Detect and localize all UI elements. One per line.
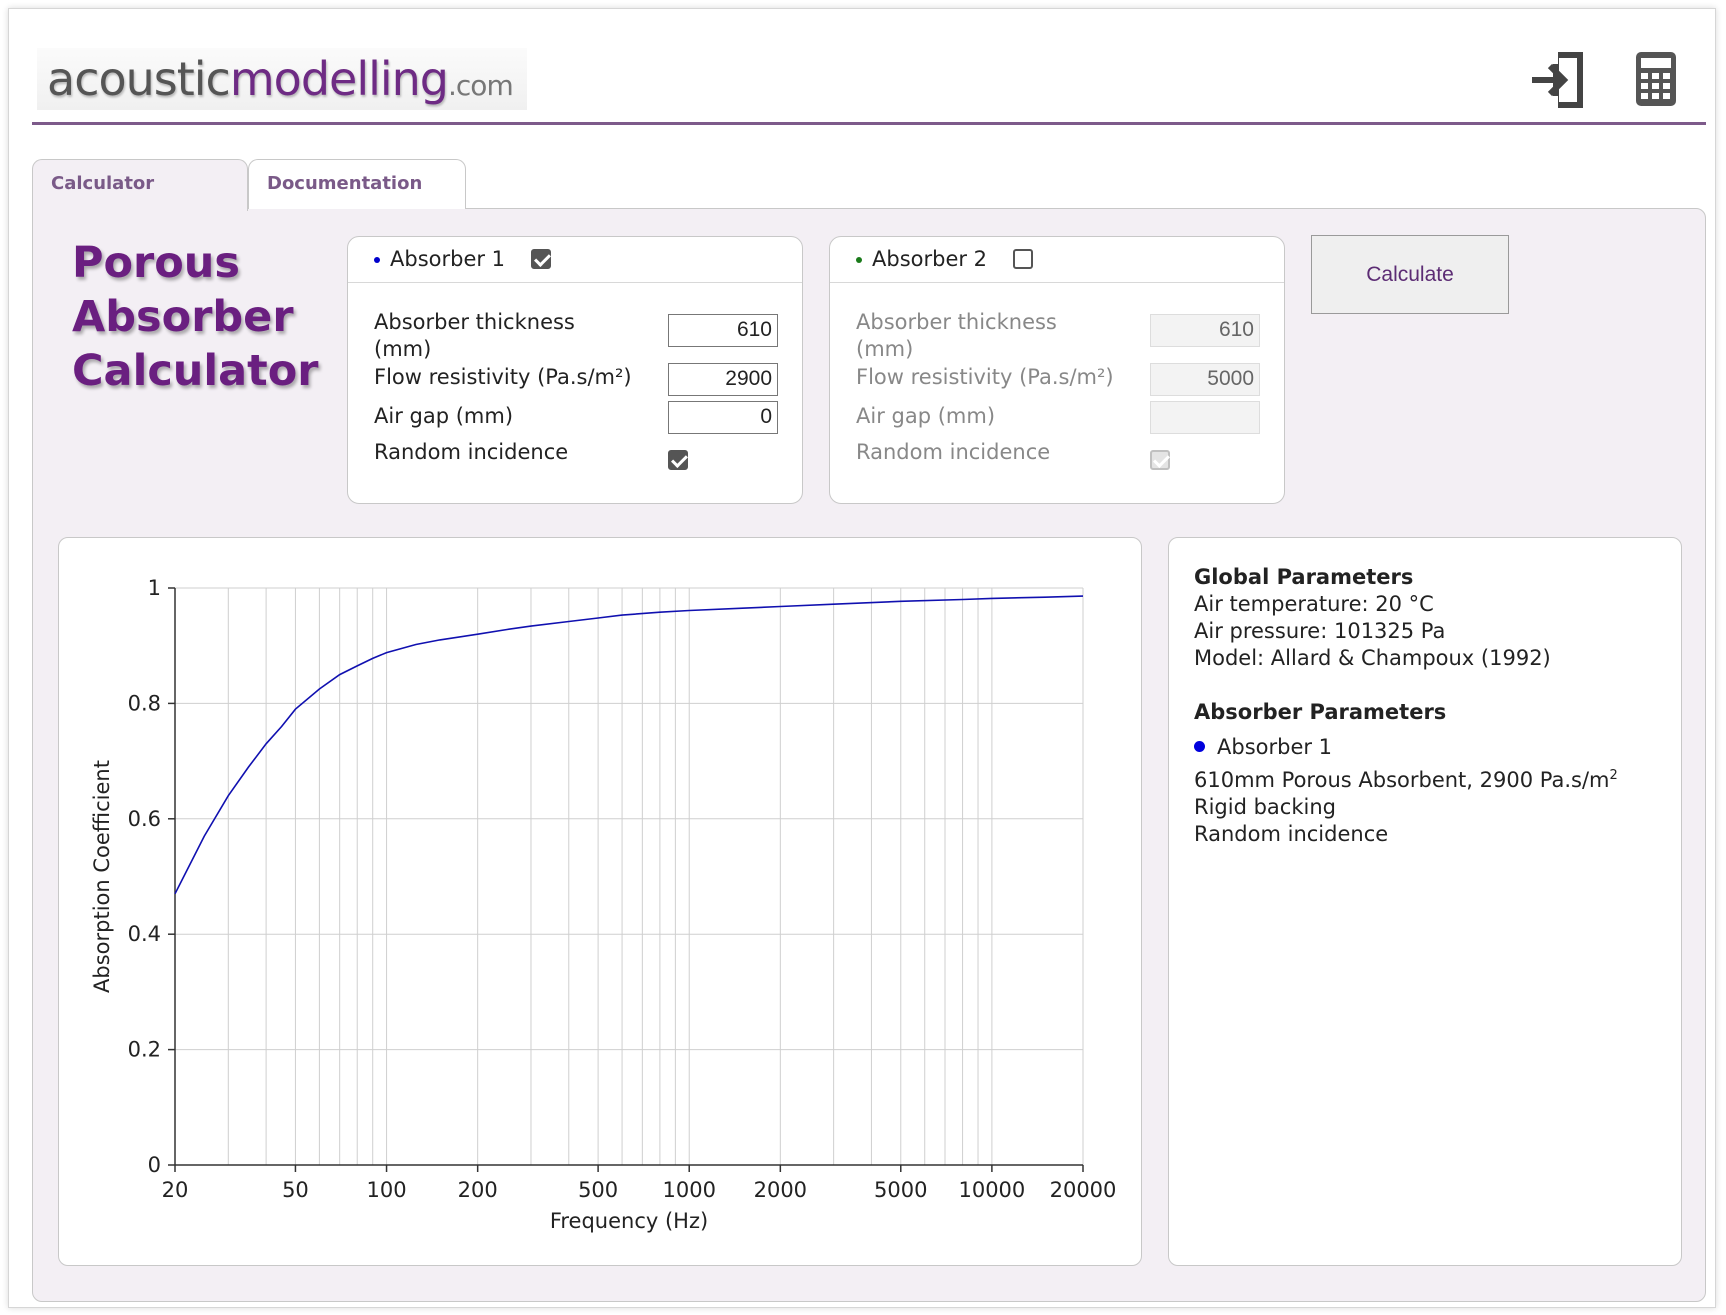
absorber-description-sup: 2 xyxy=(1609,768,1618,783)
parameters-panel: Global Parameters Air temperature: 20 °C… xyxy=(1168,537,1682,1266)
absorber-2-label: Absorber 2 xyxy=(872,247,988,271)
absorption-chart: 20 50 100 200 500 1000 2000 5000 10000 20000 0 0.2… xyxy=(58,537,1142,1266)
y-tick-label: 0.4 xyxy=(128,922,161,946)
y-tick-label: 0.6 xyxy=(128,807,161,831)
chart-grid xyxy=(174,587,1084,1166)
air-pressure-text: Air pressure: 101325 Pa xyxy=(1194,619,1446,643)
absorber-1-flow-label: Flow resistivity (Pa.s/m²) xyxy=(374,365,632,389)
absorber-2-panel: Absorber 2 Absorber thickness (mm) 610 Fl… xyxy=(829,236,1285,504)
absorber-2-random-label: Random incidence xyxy=(856,440,1051,464)
model-text: Model: Allard & Champoux (1992) xyxy=(1194,646,1551,670)
tab-documentation[interactable]: Documentation xyxy=(248,159,466,209)
absorber-2-airgap-label: Air gap (mm) xyxy=(856,404,996,428)
absorber-2-flow-input[interactable]: 5000 xyxy=(1150,363,1260,396)
x-tick-label: 1000 xyxy=(662,1178,715,1202)
absorber-1-thickness-label: Absorber thickness (mm) xyxy=(374,310,575,361)
x-tick-label: 200 xyxy=(458,1178,498,1202)
absorber-1-header: Absorber 1 xyxy=(348,237,802,283)
chart-svg: 20 50 100 200 500 1000 2000 5000 10000 20000 0 0.2… xyxy=(90,576,1117,1233)
x-tick-label: 2000 xyxy=(754,1178,807,1202)
chart-x-ticks: 20 50 100 200 500 1000 2000 5000 10000 20000 xyxy=(162,1165,1117,1202)
x-tick-label: 20 xyxy=(162,1178,189,1202)
absorber-1-dot-icon xyxy=(374,257,380,263)
absorber-2-thickness-label: Absorber thickness (mm) xyxy=(856,310,1057,361)
absorber-1-random-label: Random incidence xyxy=(374,440,569,464)
absorber-1-series-line xyxy=(174,595,1084,895)
backing-text: Rigid backing xyxy=(1194,795,1336,819)
x-tick-label: 100 xyxy=(367,1178,407,1202)
absorber-2-airgap-input[interactable] xyxy=(1150,401,1260,434)
global-parameters-heading: Global Parameters xyxy=(1194,565,1414,589)
x-tick-label: 500 xyxy=(578,1178,618,1202)
absorber-1-flow-input[interactable]: 2900 xyxy=(668,363,778,396)
tab-calculator[interactable]: Calculator xyxy=(32,159,248,211)
absorber-1-thickness-input[interactable]: 610 xyxy=(668,314,778,347)
absorber-1-label: Absorber 1 xyxy=(390,247,506,271)
absorber-parameters-heading: Absorber Parameters xyxy=(1194,700,1447,724)
chart-y-ticks: 0 0.2 0.4 0.6 0.8 1 xyxy=(128,576,175,1177)
y-tick-label: 1 xyxy=(148,576,161,600)
absorber-2-dot-icon xyxy=(856,257,862,263)
y-tick-label: 0 xyxy=(148,1153,161,1177)
x-tick-label: 5000 xyxy=(874,1178,927,1202)
absorber-1-panel: Absorber 1 Absorber thickness (mm) 610 Fl… xyxy=(347,236,803,504)
site-logo[interactable]: acousticmodelling.com xyxy=(37,48,527,110)
y-tick-label: 0.8 xyxy=(128,691,161,715)
air-temperature-text: Air temperature: 20 °C xyxy=(1194,592,1434,616)
absorber-1-airgap-input[interactable]: 0 xyxy=(668,401,778,434)
absorber-1-airgap-label: Air gap (mm) xyxy=(374,404,514,428)
absorber-2-random-checkbox[interactable] xyxy=(1150,450,1170,470)
logo-text-modelling: modelling xyxy=(229,52,449,106)
chart-series xyxy=(174,595,1084,895)
header-divider xyxy=(32,122,1706,125)
title-line-1: Porous xyxy=(72,238,241,288)
absorber-description: 610mm Porous Absorbent, 2900 Pa.s/m2 xyxy=(1194,762,1681,794)
title-line-3: Calculator xyxy=(72,346,319,396)
x-tick-label: 50 xyxy=(282,1178,309,1202)
absorber-legend-item: Absorber 1 xyxy=(1194,734,1681,761)
absorber-legend-name: Absorber 1 xyxy=(1217,735,1333,759)
page-title: Porous Absorber Calculator xyxy=(72,236,318,398)
absorber-1-enable-checkbox[interactable] xyxy=(531,249,551,269)
sign-in-icon[interactable] xyxy=(1528,50,1588,110)
x-tick-label: 10000 xyxy=(958,1178,1025,1202)
absorber-2-thickness-input[interactable]: 610 xyxy=(1150,314,1260,347)
absorber-2-flow-label: Flow resistivity (Pa.s/m²) xyxy=(856,365,1114,389)
title-line-2: Absorber xyxy=(72,292,294,342)
x-tick-label: 20000 xyxy=(1050,1178,1117,1202)
absorber-2-enable-checkbox[interactable] xyxy=(1013,249,1033,269)
incidence-text: Random incidence xyxy=(1194,822,1389,846)
y-tick-label: 0.2 xyxy=(128,1038,161,1062)
chart-y-axis-label: Absorption Coefficient xyxy=(90,760,114,993)
absorber-2-header: Absorber 2 xyxy=(830,237,1284,283)
absorber-1-random-checkbox[interactable] xyxy=(668,450,688,470)
logo-text-acoustic: acoustic xyxy=(47,52,231,106)
calculator-icon[interactable] xyxy=(1628,50,1688,110)
absorber-1-legend-dot-icon xyxy=(1194,741,1205,752)
chart-axes xyxy=(174,588,1083,1166)
calculate-button[interactable]: Calculate xyxy=(1311,235,1509,314)
logo-text-com: .com xyxy=(448,69,514,102)
chart-x-axis-label: Frequency (Hz) xyxy=(550,1209,708,1233)
absorber-description-text: 610mm Porous Absorbent, 2900 Pa.s/m xyxy=(1194,768,1610,792)
